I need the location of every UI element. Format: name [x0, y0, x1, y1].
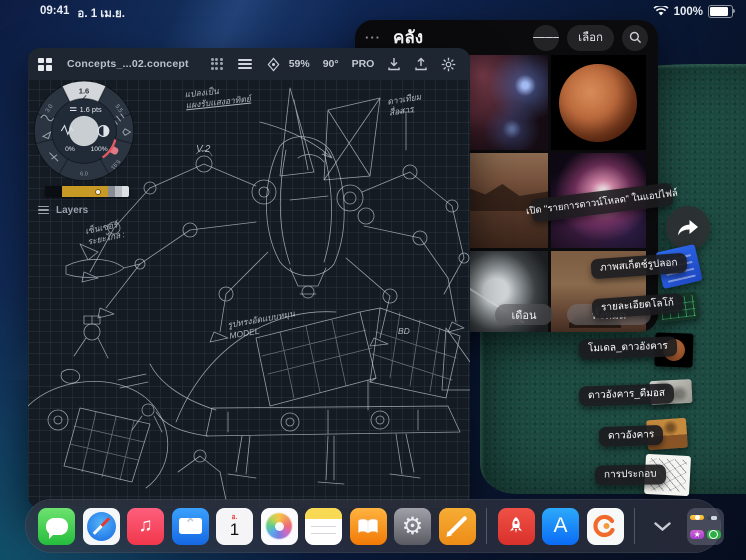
concepts-c-icon: [593, 514, 617, 538]
rotation-angle[interactable]: 90°: [323, 58, 339, 70]
battery-percent: 100%: [674, 6, 703, 18]
settings-gear-icon[interactable]: [441, 57, 456, 72]
drag-item-label[interactable]: โมเดล_ดาวอังคาร: [579, 336, 677, 359]
help-button[interactable]: ?: [469, 57, 470, 71]
app-settings[interactable]: ⚙: [394, 508, 431, 545]
dock-collapse-button[interactable]: [646, 508, 680, 545]
layers-label: Layers: [56, 205, 88, 216]
app-photos[interactable]: [261, 508, 298, 545]
pen-icon: [447, 516, 468, 537]
stroke-points: 1.6 pts: [80, 105, 102, 114]
photo-mars-planet[interactable]: [551, 55, 646, 150]
search-icon: [629, 31, 642, 44]
menu-lines-icon[interactable]: [238, 57, 252, 71]
chat-bubble-icon: [46, 518, 68, 535]
annotation-version: V.2: [196, 144, 210, 157]
rocket-icon: [506, 516, 526, 536]
active-size-label: 1.6: [79, 87, 90, 96]
tab-months[interactable]: เดือน: [495, 304, 553, 325]
annotation-bd: BD: [398, 326, 410, 337]
tips-mini-icon: [690, 515, 704, 520]
drawing-canvas[interactable]: แปลงเป็น แผงรับแสงอาทิตย์ ดาวเทียม สื่อส…: [28, 80, 470, 508]
tool-wheel[interactable]: 1.6 3.0 5.5 5.91 6.0 1.6 pts 0% 100%: [30, 77, 138, 185]
camera-mini-icon: [707, 516, 721, 521]
wheel-hub[interactable]: [69, 116, 99, 146]
app-music[interactable]: ♫: [127, 508, 164, 545]
export-icon[interactable]: [414, 57, 428, 71]
app-books[interactable]: [350, 508, 387, 545]
appstore-a-icon: A: [553, 514, 567, 538]
app-group-folder[interactable]: ★: [687, 508, 724, 545]
zoom-level[interactable]: 59%: [289, 58, 310, 70]
app-app-store[interactable]: A: [542, 508, 579, 545]
app-concepts[interactable]: [587, 508, 624, 545]
layers-icon: [38, 204, 49, 216]
vector-nib-icon[interactable]: [266, 57, 281, 72]
drag-item-label[interactable]: การประกอบ: [595, 464, 666, 485]
pro-badge[interactable]: PRO: [352, 58, 375, 70]
wifi-icon: [653, 6, 669, 17]
app-messages[interactable]: [38, 508, 75, 545]
filter-button[interactable]: [533, 25, 559, 51]
gear-icon: ⚙: [402, 512, 424, 541]
battery-icon: [708, 5, 733, 18]
swatch-black[interactable]: [45, 186, 62, 197]
share-button[interactable]: [666, 206, 710, 250]
open-book-icon: [357, 518, 379, 535]
app-notes[interactable]: [305, 508, 342, 545]
app-rocket[interactable]: [498, 508, 535, 545]
notes-header: [305, 508, 342, 519]
swatch-gray[interactable]: [108, 186, 115, 197]
opacity-min: 0%: [65, 146, 75, 153]
search-button[interactable]: [622, 25, 648, 51]
dot-grid-icon[interactable]: [211, 58, 224, 71]
app-mail[interactable]: [172, 508, 209, 545]
drag-item-label[interactable]: ดาวอังคาร: [599, 425, 664, 447]
app-calendar[interactable]: อ. 1: [216, 508, 253, 545]
app-pen-tool[interactable]: [439, 508, 476, 545]
swatch-yellow-selected[interactable]: [62, 186, 108, 197]
app-grid-icon[interactable]: [38, 58, 51, 71]
status-bar: 09:41 อ. 1 เม.ย. 100%: [0, 0, 746, 22]
clock: 09:41: [40, 5, 69, 23]
compass-icon: [87, 512, 116, 541]
document-title[interactable]: Concepts_...02.concept: [67, 58, 189, 70]
more-options-button[interactable]: ···: [365, 30, 381, 45]
concepts-window: Concepts_...02.concept 59% 90° PRO: [28, 48, 470, 508]
clock-mini-icon: [707, 530, 721, 539]
swatch-white[interactable]: [122, 186, 129, 197]
app-safari[interactable]: [83, 508, 120, 545]
dock: ♫ อ. 1 ⚙ A ★: [25, 499, 721, 553]
dock-divider: [634, 508, 635, 544]
opacity-max: 100%: [91, 146, 108, 153]
star-mini-icon: ★: [690, 530, 704, 539]
music-note-icon: ♫: [138, 515, 152, 537]
envelope-icon: [179, 518, 202, 534]
gallery-title: คลัง: [393, 24, 423, 51]
share-arrow-icon: [677, 219, 699, 237]
swatch-lightgray[interactable]: [115, 186, 122, 197]
dock-divider: [486, 508, 487, 544]
import-icon[interactable]: [387, 57, 401, 71]
chevron-down-icon: [654, 522, 671, 531]
tool-size-d: 6.0: [80, 171, 88, 177]
select-button[interactable]: เลือก: [567, 25, 614, 51]
color-palette-strip[interactable]: [45, 186, 129, 197]
layers-button[interactable]: Layers: [38, 204, 88, 216]
drag-item-label[interactable]: ดาวอังคาร_ดีมอส: [579, 383, 675, 406]
calendar-day: 1: [230, 521, 239, 538]
date: อ. 1 เม.ย.: [77, 5, 125, 23]
